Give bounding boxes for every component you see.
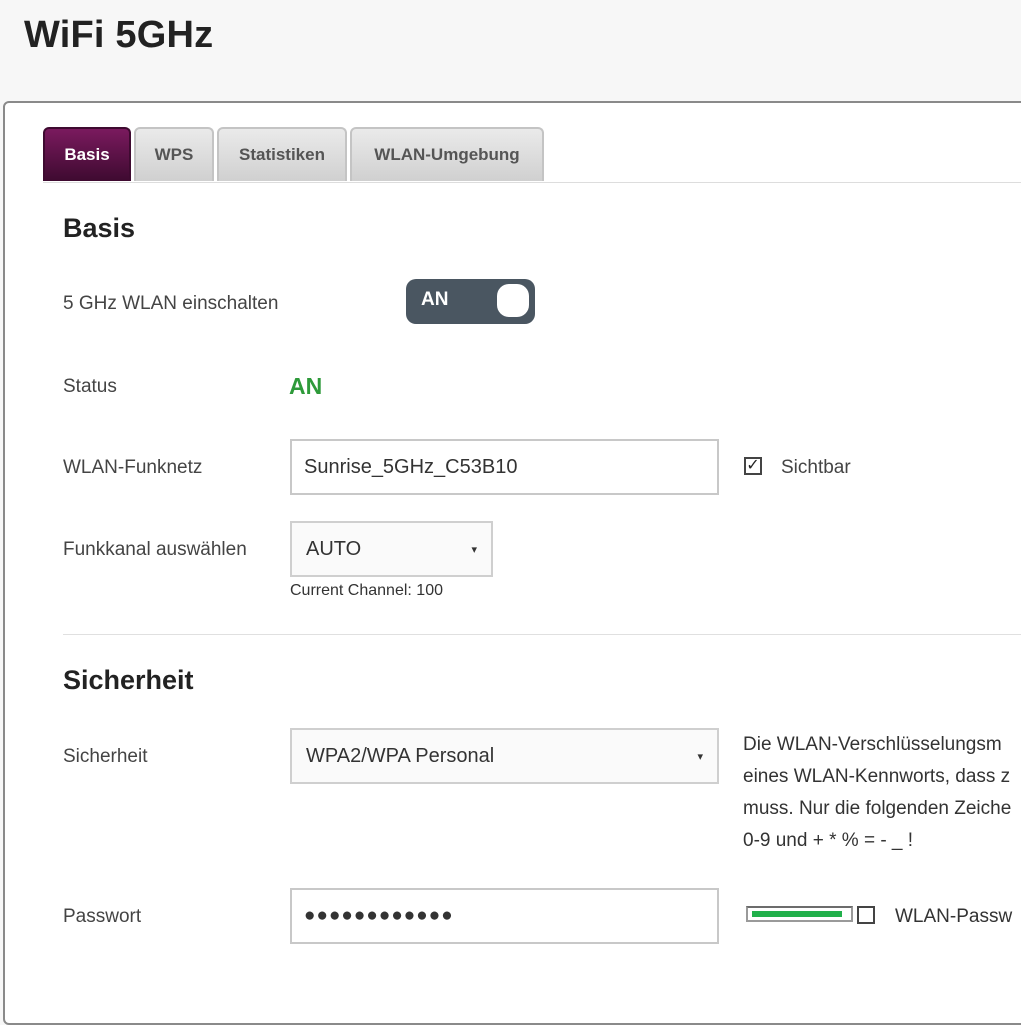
page-title: WiFi 5GHz: [24, 14, 214, 56]
section-divider: [63, 634, 1021, 635]
security-mode-label: Sicherheit: [63, 746, 148, 767]
toggle-state-label: AN: [421, 289, 449, 310]
channel-select-value: AUTO: [306, 537, 362, 560]
visible-label: Sichtbar: [781, 457, 851, 478]
tab-basis[interactable]: Basis: [43, 127, 131, 181]
toggle-knob: [497, 284, 529, 317]
tab-wps[interactable]: WPS: [134, 127, 214, 181]
visible-checkbox[interactable]: ✓: [744, 457, 762, 475]
show-password-label: WLAN-Passw: [895, 906, 1013, 927]
chevron-down-icon: ▾: [697, 750, 703, 763]
security-heading: Sicherheit: [63, 665, 194, 695]
ssid-label: WLAN-Funknetz: [63, 457, 203, 478]
info-line: muss. Nur die folgenden Zeiche: [743, 798, 1012, 819]
show-password-checkbox[interactable]: [857, 906, 875, 924]
tab-bar: Basis WPS Statistiken WLAN-Umgebung: [43, 127, 544, 181]
security-mode-value: WPA2/WPA Personal: [306, 744, 495, 767]
info-line: Die WLAN-Verschlüsselungsm: [743, 734, 1002, 755]
channel-select[interactable]: AUTO ▾: [290, 521, 493, 577]
wlan-enable-toggle[interactable]: AN: [406, 279, 535, 324]
info-line: 0-9 und + * % = - _ !: [743, 830, 914, 851]
current-channel-hint: Current Channel: 100: [290, 582, 443, 599]
basis-heading: Basis: [63, 213, 136, 243]
tab-underline: [43, 182, 1021, 183]
password-label: Passwort: [63, 906, 142, 927]
tab-wlan-umgebung[interactable]: WLAN-Umgebung: [350, 127, 544, 181]
info-line: eines WLAN-Kennworts, dass z: [743, 766, 1011, 787]
security-mode-select[interactable]: WPA2/WPA Personal ▾: [290, 728, 719, 784]
channel-label: Funkkanal auswählen: [63, 539, 247, 560]
encryption-info-text: Die WLAN-Verschlüsselungsm eines WLAN-Ke…: [743, 729, 1021, 857]
status-label: Status: [63, 376, 117, 397]
tab-statistiken[interactable]: Statistiken: [217, 127, 347, 181]
wlan-enable-label: 5 GHz WLAN einschalten: [63, 293, 279, 314]
password-input[interactable]: ●●●●●●●●●●●●: [290, 888, 719, 944]
password-strength-fill: [752, 911, 842, 917]
settings-panel: Basis WPS Statistiken WLAN-Umgebung Basi…: [3, 101, 1021, 1025]
password-strength-meter: [746, 906, 853, 922]
status-value: AN: [289, 373, 323, 399]
ssid-input[interactable]: Sunrise_5GHz_C53B10: [290, 439, 719, 495]
chevron-down-icon: ▾: [471, 543, 477, 556]
